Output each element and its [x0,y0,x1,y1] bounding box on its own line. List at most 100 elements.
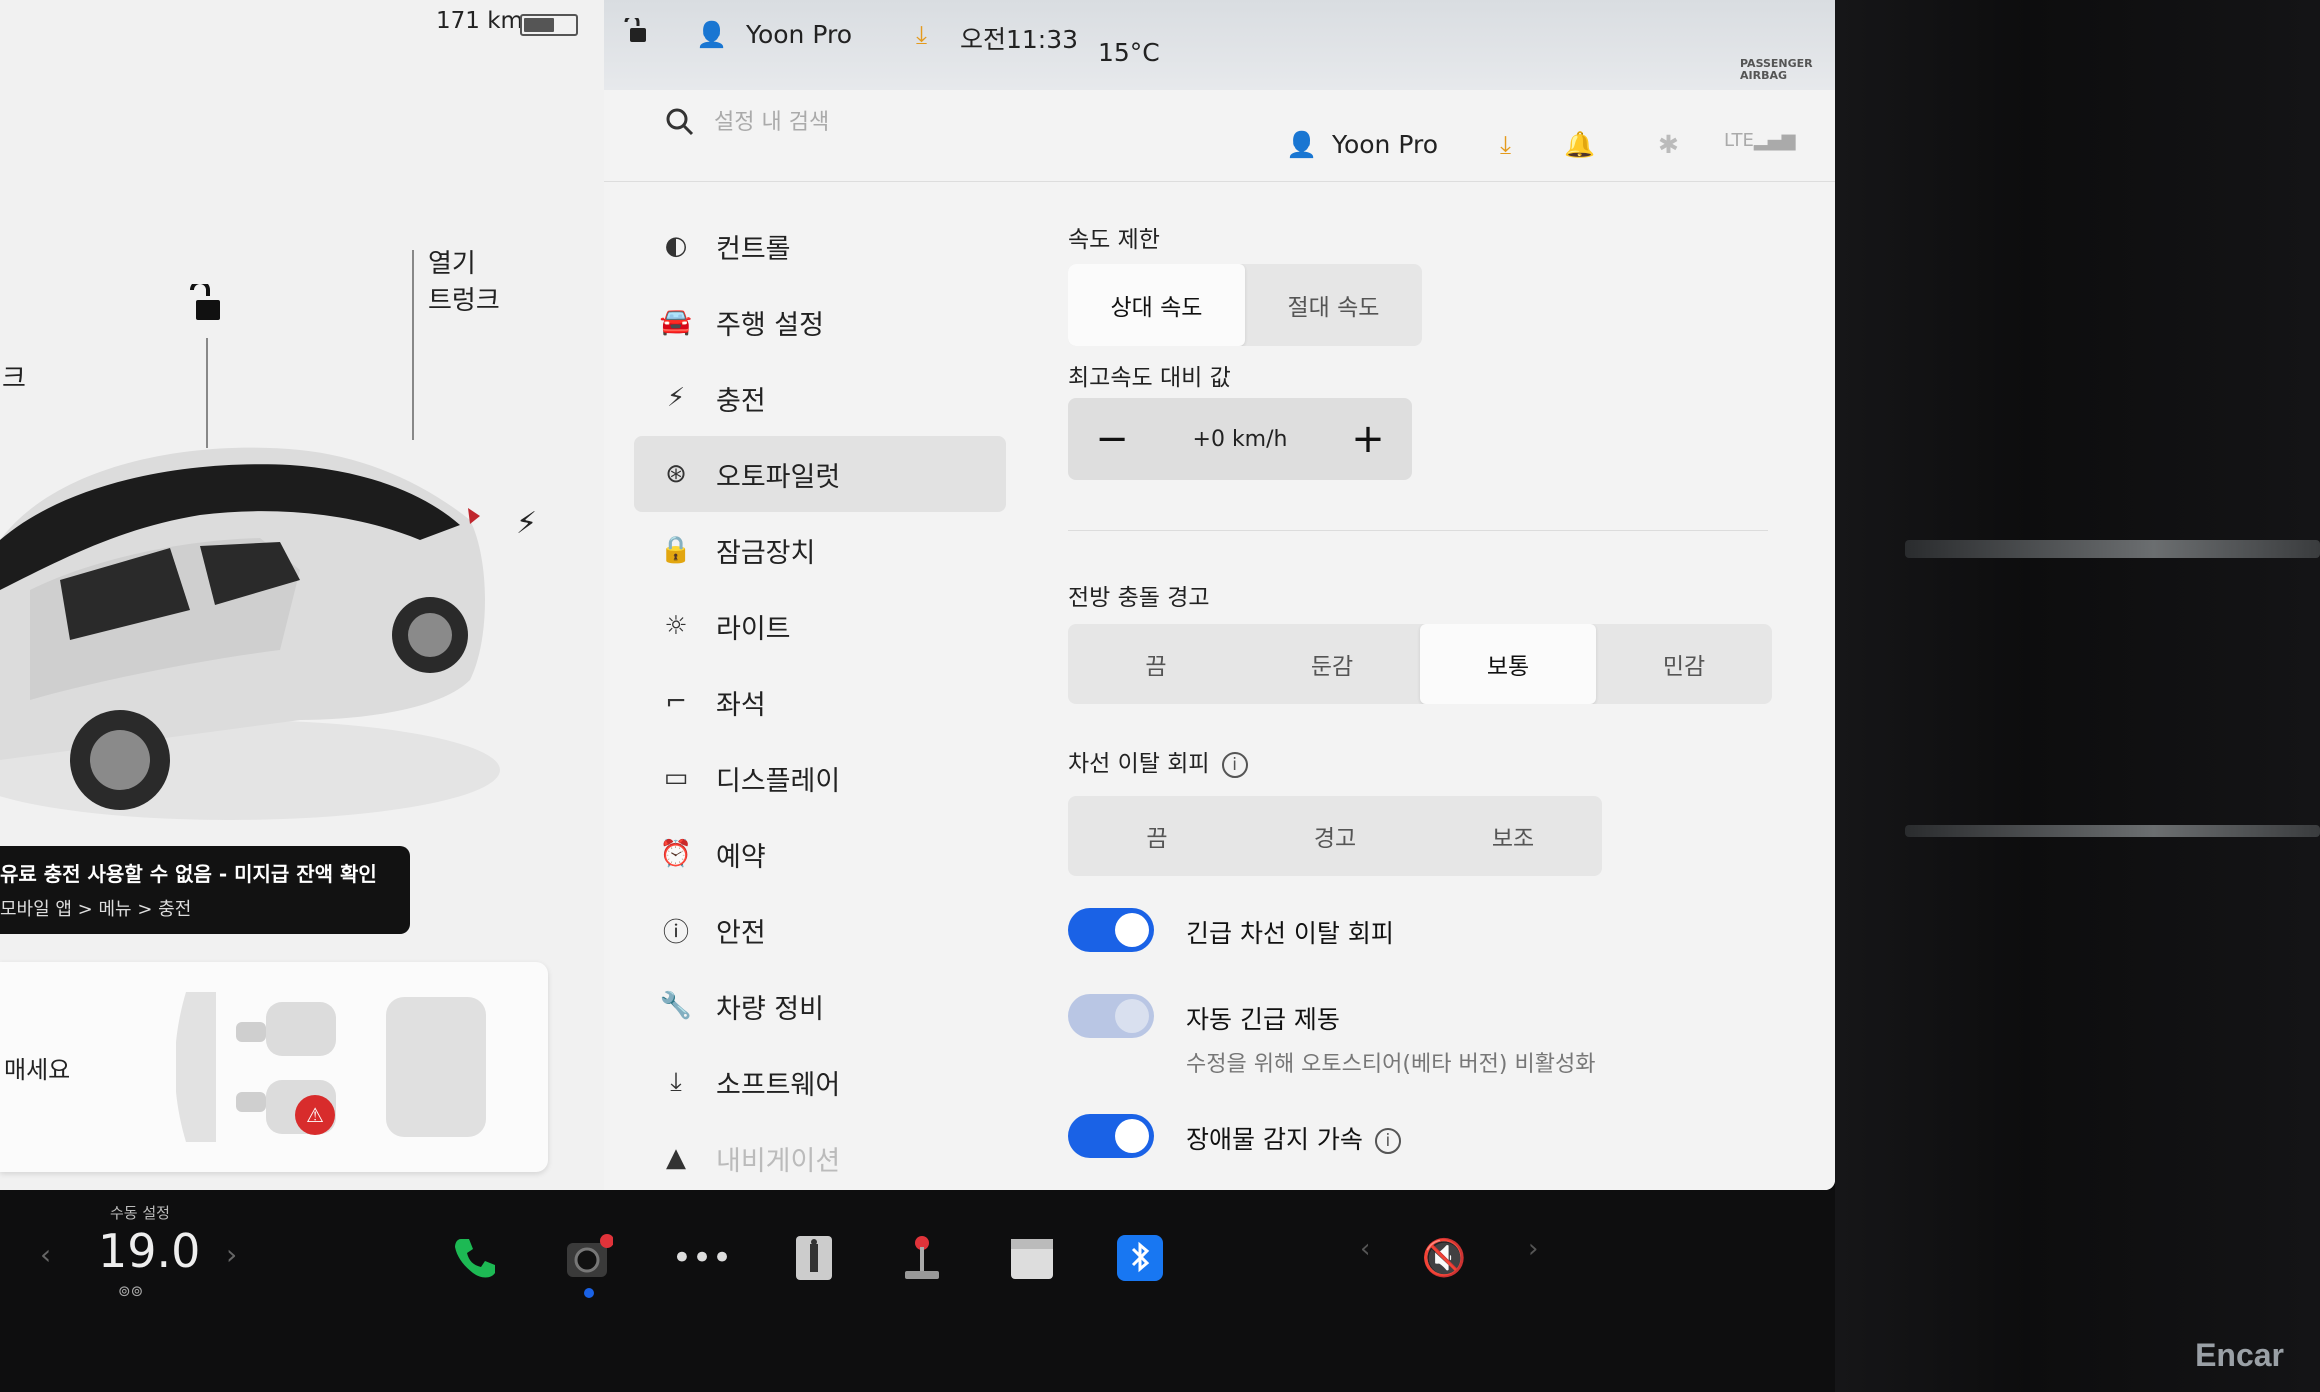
range-display: 171 km [436,8,523,34]
menu-item-5[interactable]: ☼ 라이트 [634,588,1014,664]
header-user-name[interactable]: Yoon Pro [1332,130,1438,159]
emergency-lane-toggle[interactable] [1068,908,1154,952]
settings-panel: 👤 Yoon Pro ⤓ 🔔 ✱ LTE▂▄▆ ◐ 컨트롤 🚘 주행 설정 ⚡ 충전 ⊛ 오토… [604,90,1835,1190]
mute-icon[interactable]: 🔇 [1418,1232,1470,1284]
speed_limit-option-1[interactable]: 절대 속도 [1245,264,1422,346]
airbag-line2: AIRBAG [1740,69,1788,82]
wrench-icon: 🔧 [659,991,693,1021]
frunk-label[interactable]: 크 [2,358,26,395]
menu-item-label: 컨트롤 [716,233,791,265]
header-download-icon[interactable]: ⤓ [1500,130,1511,160]
offset-value: +0 km/h [1192,426,1288,452]
watermark: Encar [2195,1337,2284,1373]
temp-increase-icon[interactable]: › [226,1238,237,1271]
menu-item-2[interactable]: ⚡ 충전 [634,360,1014,436]
camera-active-dot [584,1288,594,1298]
bluetooth-status-icon[interactable]: ✱ [1658,130,1679,159]
unlock-icon[interactable] [186,284,224,324]
menu-item-12[interactable]: ▲ 내비게이션 [634,1120,1014,1190]
fcw-option-1[interactable]: 둔감 [1244,624,1420,704]
lane-label-text: 차선 이탈 회피 [1068,751,1210,777]
lane-option-2[interactable]: 보조 [1424,796,1602,876]
speed-offset-stepper: − +0 km/h + [1068,398,1412,480]
bell-icon[interactable]: 🔔 [1564,130,1595,160]
car-icon: 🚘 [659,307,693,337]
unlocked-status-icon[interactable] [622,18,648,44]
speed-limit-label: 속도 제한 [1068,227,1160,253]
outside-temp: 15°C [1098,38,1160,67]
battery-icon [520,14,578,36]
fcw-option-0[interactable]: 끔 [1068,624,1244,704]
obstacle-info-icon[interactable]: i [1374,1128,1401,1154]
manual-icon[interactable] [788,1232,840,1284]
seatbelt-label: 매세요 [4,1056,71,1084]
offset-label: 최고속도 대비 값 [1068,365,1231,391]
header-user-icon[interactable]: 👤 [1286,130,1317,160]
trunk-label-line1: 열기 [428,249,476,279]
phone-icon[interactable] [448,1232,500,1284]
temp-decrease-icon[interactable]: ‹ [40,1238,51,1271]
decrease-button[interactable]: − [1092,416,1132,462]
menu-item-11[interactable]: ⤓ 소프트웨어 [634,1044,1014,1120]
camera-icon[interactable] [562,1232,614,1284]
more-icon[interactable]: ••• [672,1232,732,1284]
menu-item-label: 디스플레이 [716,765,841,797]
lane-option-0[interactable]: 끔 [1068,796,1246,876]
fcw-option-2[interactable]: 보통 [1420,624,1596,704]
clock: 오전11:33 [960,25,1079,54]
open-trunk-button[interactable]: 열기 트렁크 [428,246,500,320]
aeb-row: 자동 긴급 제동 수정을 위해 오토스티어(베타 버전) 비활성화 [1068,994,1595,1078]
settings-header: 👤 Yoon Pro ⤓ 🔔 ✱ LTE▂▄▆ [604,90,1835,182]
aeb-toggle[interactable] [1068,994,1154,1038]
forward-collision-selector: 끔 둔감 보통 민감 [1068,624,1772,704]
bluetooth-icon[interactable] [1114,1232,1166,1284]
increase-button[interactable]: + [1348,416,1388,462]
download-icon[interactable]: ⤓ [916,20,927,50]
obstacle-accel-toggle[interactable] [1068,1114,1154,1158]
seat-heat-icon[interactable]: ⊚⊚ [118,1282,143,1300]
lane-info-icon[interactable]: i [1221,751,1248,778]
obstacle-label-text: 장애물 감지 가속 [1186,1125,1363,1154]
fcw-option-3[interactable]: 민감 [1596,624,1772,704]
menu-item-label: 라이트 [716,613,791,645]
charge-port-icon[interactable]: ⚡ [516,506,537,541]
seat-map-illustration: ⚠ [176,992,486,1142]
menu-item-7[interactable]: ▭ 디스플레이 [634,740,1014,816]
steering-wheel-icon: ⊛ [665,459,687,489]
menu-item-10[interactable]: 🔧 차량 정비 [634,968,1014,1044]
lte-signal-icon: LTE▂▄▆ [1724,130,1796,151]
volume-down-icon[interactable]: ‹ [1360,1234,1370,1264]
volume-up-icon[interactable]: › [1528,1234,1538,1264]
cabin-temp[interactable]: 19.0 [98,1224,200,1278]
charging-alert-toast[interactable]: 유료 충전 사용할 수 없음 - 미지급 잔액 확인 모바일 앱 > 메뉴 > … [0,846,410,934]
calendar-icon[interactable] [1006,1232,1058,1284]
joystick-icon[interactable] [896,1232,948,1284]
display-icon: ▭ [663,763,689,793]
menu-item-6[interactable]: ⌐ 좌석 [634,664,1014,740]
car-view-panel: 171 km 열기 트렁크 크 ⚡ 유료 충전 사용할 수 없음 - 미지급 잔… [0,0,604,1190]
menu-item-8[interactable]: ⏰ 예약 [634,816,1014,892]
menu-item-1[interactable]: 🚘 주행 설정 [634,284,1014,360]
menu-item-label: 충전 [716,385,766,417]
speed_limit-option-0[interactable]: 상대 속도 [1068,264,1245,346]
dash-trim [1905,825,2320,837]
lane-option-1[interactable]: 경고 [1246,796,1424,876]
toast-title: 유료 충전 사용할 수 없음 - 미지급 잔액 확인 [0,862,377,886]
menu-item-9[interactable]: ⓘ 안전 [634,892,1014,968]
light-icon: ☼ [664,611,688,641]
user-icon[interactable]: 👤 [696,20,727,50]
navigation-icon: ▲ [666,1143,686,1173]
alarm-icon: ⏰ [659,839,693,869]
aeb-label: 자동 긴급 제동 [1186,1005,1340,1034]
settings-search-input[interactable] [714,104,1074,140]
top-user-name[interactable]: Yoon Pro [746,20,852,49]
status-bar: 👤 Yoon Pro ⤓ 오전11:33 15°C PASSENGER AIRB… [604,0,1835,90]
dashboard-background [1835,0,2320,1392]
info-icon: ⓘ [662,917,689,948]
menu-item-label: 주행 설정 [716,309,824,341]
menu-item-0[interactable]: ◐ 컨트롤 [634,208,1014,284]
svg-text:⚠: ⚠ [306,1103,324,1127]
menu-item-label: 오토파일럿 [716,461,841,493]
menu-item-4[interactable]: 🔒 잠금장치 [634,512,1014,588]
menu-item-3[interactable]: ⊛ 오토파일럿 [634,436,1006,512]
